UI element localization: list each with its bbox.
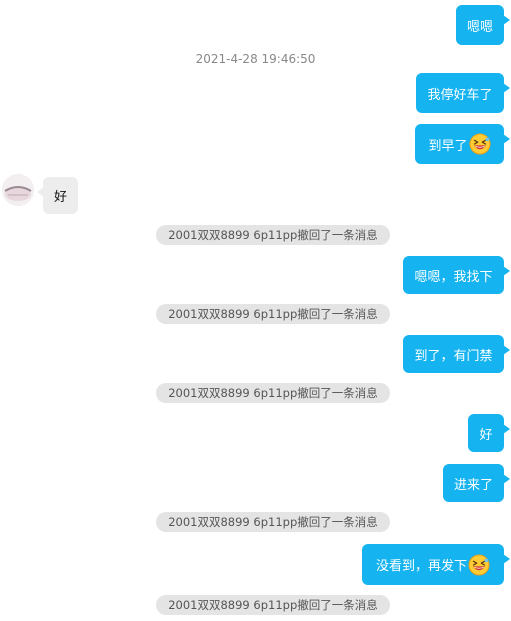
message-text: 嗯嗯 bbox=[466, 19, 493, 35]
message-bubble-outgoing[interactable]: 我停好车了 bbox=[416, 73, 510, 113]
message-bubble-outgoing[interactable]: 嗯嗯 bbox=[456, 5, 510, 45]
message-bubble-outgoing[interactable]: 到早了 bbox=[415, 124, 510, 164]
message-text: 进来了 bbox=[453, 477, 493, 493]
message-text: 嗯嗯，我找下 bbox=[414, 269, 493, 285]
message-text: 好 bbox=[479, 427, 493, 443]
message-text: 到了，有门禁 bbox=[414, 348, 493, 364]
grinning-squinting-face-icon bbox=[468, 133, 491, 155]
message-bubble-outgoing[interactable]: 嗯嗯，我找下 bbox=[403, 256, 510, 294]
recall-notice: 2001双双8899 6p11pp撤回了一条消息 bbox=[156, 512, 390, 532]
message-bubble-outgoing[interactable]: 进来了 bbox=[443, 464, 510, 502]
recall-notice: 2001双双8899 6p11pp撤回了一条消息 bbox=[156, 383, 390, 403]
message-text: 好 bbox=[53, 190, 67, 205]
message-text: 到早了 bbox=[428, 138, 468, 154]
message-text: 我停好车了 bbox=[427, 87, 493, 103]
grinning-squinting-face-icon bbox=[468, 553, 490, 576]
recall-notice: 2001双双8899 6p11pp撤回了一条消息 bbox=[156, 225, 390, 245]
message-bubble-outgoing[interactable]: 没看到，再发下 bbox=[362, 544, 510, 585]
contact-avatar[interactable] bbox=[2, 174, 34, 206]
recall-notice: 2001双双8899 6p11pp撤回了一条消息 bbox=[156, 595, 390, 615]
message-bubble-incoming[interactable]: 好 bbox=[37, 177, 78, 214]
message-bubble-outgoing[interactable]: 好 bbox=[468, 414, 510, 452]
message-bubble-outgoing[interactable]: 到了，有门禁 bbox=[403, 335, 510, 373]
message-timestamp: 2021-4-28 19:46:50 bbox=[195, 52, 316, 66]
avatar-image bbox=[2, 174, 34, 206]
message-text: 没看到，再发下 bbox=[375, 559, 467, 574]
recall-notice: 2001双双8899 6p11pp撤回了一条消息 bbox=[156, 304, 390, 324]
